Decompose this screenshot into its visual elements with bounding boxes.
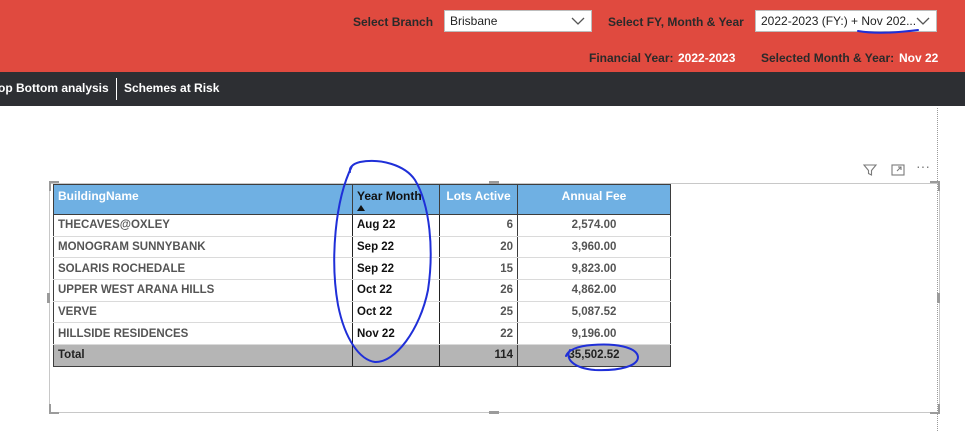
nav-divider xyxy=(116,78,117,100)
more-options-icon[interactable]: ··· xyxy=(916,158,938,174)
resize-handle-bottom[interactable] xyxy=(489,411,499,414)
total-year-month xyxy=(352,344,440,367)
chevron-down-icon xyxy=(571,17,585,25)
branch-select-value: Brisbane xyxy=(450,14,498,28)
cell-lots-active: 22 xyxy=(439,322,518,346)
focus-mode-icon[interactable] xyxy=(890,162,906,178)
cell-lots-active: 25 xyxy=(439,301,518,324)
total-annual-fee: 35,502.52 xyxy=(517,344,671,367)
fy-label: Select FY, Month & Year xyxy=(608,15,744,29)
table-row[interactable]: VERVE Oct 22 25 5,087.52 xyxy=(53,301,671,324)
cell-annual-fee: 4,862.00 xyxy=(517,279,671,302)
filter-icon[interactable] xyxy=(862,162,878,178)
column-header-building-name[interactable]: BuildingName xyxy=(53,184,353,215)
sort-ascending-icon xyxy=(357,205,365,211)
report-header: Select Branch Brisbane Select FY, Month … xyxy=(0,0,965,72)
table-row[interactable]: THECAVES@OXLEY Aug 22 6 2,574.00 xyxy=(53,214,671,237)
cell-lots-active: 15 xyxy=(439,257,518,281)
nav-tab-schemes-at-risk[interactable]: Schemes at Risk xyxy=(124,81,219,95)
building-fees-table: BuildingName Year Month Lots Active Annu… xyxy=(53,184,671,367)
chevron-down-icon xyxy=(916,17,930,25)
total-lots-active: 114 xyxy=(439,344,518,367)
cell-building-name: MONOGRAM SUNNYBANK xyxy=(53,236,353,259)
selected-month-label: Selected Month & Year: xyxy=(761,51,895,65)
nav-tab-top-bottom-analysis[interactable]: op Bottom analysis xyxy=(0,81,109,95)
report-page: Select Branch Brisbane Select FY, Month … xyxy=(0,0,965,431)
table-row[interactable]: UPPER WEST ARANA HILLS Oct 22 26 4,862.0… xyxy=(53,279,671,302)
cell-annual-fee: 9,196.00 xyxy=(517,322,671,346)
cell-year-month: Oct 22 xyxy=(352,301,440,324)
financial-year-label: Financial Year: xyxy=(589,51,674,65)
cell-annual-fee: 9,823.00 xyxy=(517,257,671,281)
cell-building-name: THECAVES@OXLEY xyxy=(53,214,353,237)
cell-annual-fee: 5,087.52 xyxy=(517,301,671,324)
total-label: Total xyxy=(53,344,353,367)
resize-handle-top-left-v[interactable] xyxy=(49,181,51,191)
cell-year-month: Nov 22 xyxy=(352,322,440,346)
resize-handle-left[interactable] xyxy=(47,293,50,303)
cell-building-name: VERVE xyxy=(53,301,353,324)
column-header-annual-fee[interactable]: Annual Fee xyxy=(517,184,671,215)
cell-year-month: Sep 22 xyxy=(352,257,440,281)
column-header-year-month-label: Year Month xyxy=(357,189,422,203)
fy-month-select-value: 2022-2023 (FY:) + Nov 202... xyxy=(761,14,917,28)
resize-handle-bottom-right-v[interactable] xyxy=(938,404,940,414)
table-header-row: BuildingName Year Month Lots Active Annu… xyxy=(53,184,671,215)
resize-handle-right[interactable] xyxy=(937,293,940,303)
cell-year-month: Sep 22 xyxy=(352,236,440,259)
visual-header-toolbar: ··· xyxy=(860,158,940,178)
fy-month-select[interactable]: 2022-2023 (FY:) + Nov 202... xyxy=(755,10,937,32)
table-row[interactable]: HILLSIDE RESIDENCES Nov 22 22 9,196.00 xyxy=(53,322,671,346)
table-total-row: Total 114 35,502.52 xyxy=(53,344,671,367)
financial-year-value: 2022-2023 xyxy=(678,51,736,65)
cell-year-month: Aug 22 xyxy=(352,214,440,237)
table-row[interactable]: SOLARIS ROCHEDALE Sep 22 15 9,823.00 xyxy=(53,257,671,281)
cell-year-month: Oct 22 xyxy=(352,279,440,302)
selected-month-value: Nov 22 xyxy=(899,51,939,65)
table-row[interactable]: MONOGRAM SUNNYBANK Sep 22 20 3,960.00 xyxy=(53,236,671,259)
report-nav: op Bottom analysis Schemes at Risk xyxy=(0,72,965,106)
cell-building-name: HILLSIDE RESIDENCES xyxy=(53,322,353,346)
branch-select[interactable]: Brisbane xyxy=(444,10,592,32)
cell-building-name: UPPER WEST ARANA HILLS xyxy=(53,279,353,302)
resize-handle-bottom-left-v[interactable] xyxy=(49,404,51,414)
cell-annual-fee: 2,574.00 xyxy=(517,214,671,237)
cell-lots-active: 6 xyxy=(439,214,518,237)
column-header-year-month[interactable]: Year Month xyxy=(352,184,440,215)
resize-handle-top-right-v[interactable] xyxy=(938,181,940,191)
cell-lots-active: 26 xyxy=(439,279,518,302)
column-header-lots-active[interactable]: Lots Active xyxy=(439,184,518,215)
branch-label: Select Branch xyxy=(353,15,434,29)
cell-lots-active: 20 xyxy=(439,236,518,259)
cell-annual-fee: 3,960.00 xyxy=(517,236,671,259)
cell-building-name: SOLARIS ROCHEDALE xyxy=(53,257,353,281)
